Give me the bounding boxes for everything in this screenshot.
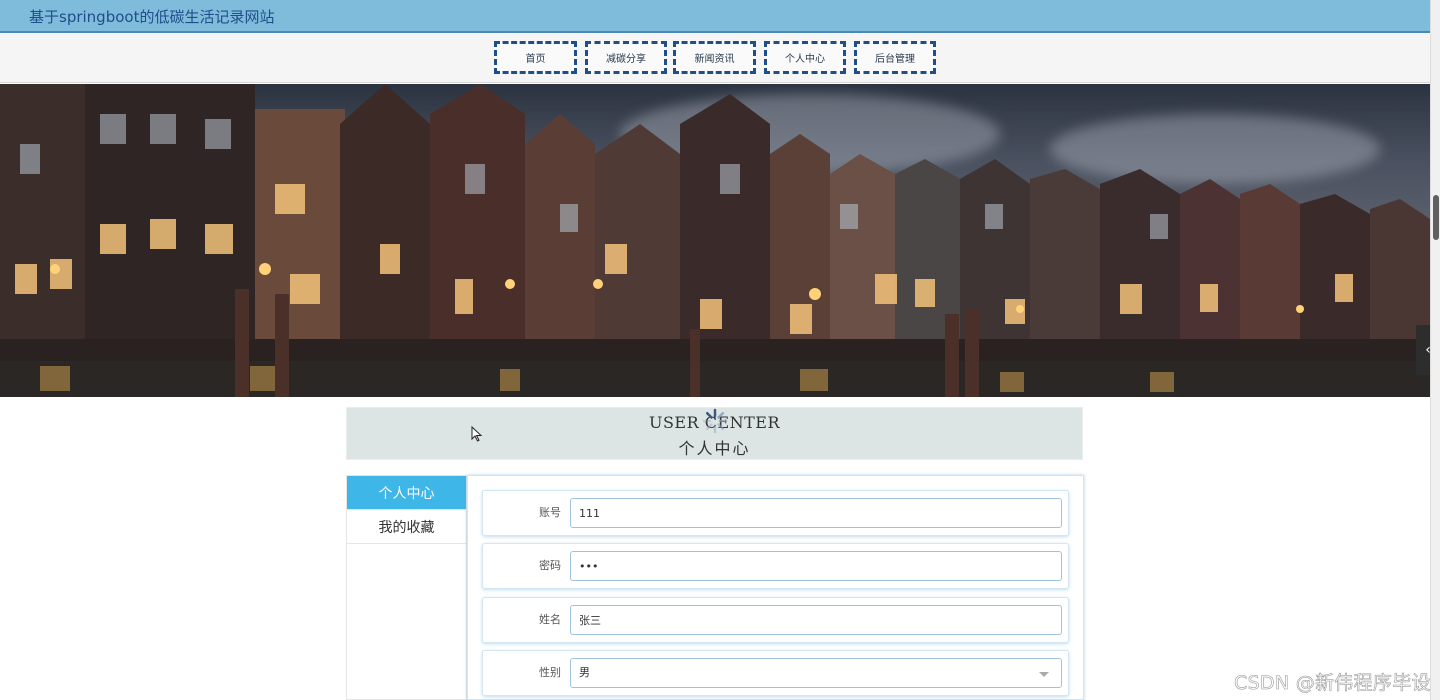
user-center-title-cn: 个人中心	[678, 439, 751, 458]
profile-form: 账号 密码 姓名 性别 男	[467, 475, 1084, 700]
nav-item-news[interactable]: 新闻资讯	[673, 41, 756, 74]
site-title: 基于springboot的低碳生活记录网站	[29, 8, 275, 26]
form-row-name: 姓名	[482, 597, 1069, 643]
menu-item-my-favorites[interactable]: 我的收藏	[347, 510, 466, 544]
gender-select[interactable]: 男	[570, 658, 1062, 688]
account-label: 账号	[539, 506, 561, 519]
gender-select-value: 男	[579, 666, 590, 679]
account-input[interactable]	[570, 498, 1062, 528]
loading-spinner-icon	[702, 408, 728, 434]
password-input[interactable]	[570, 551, 1062, 581]
user-center-header: USER CENTER 个人中心	[346, 407, 1083, 460]
form-row-gender: 性别 男	[482, 650, 1069, 696]
nav-item-personal-center[interactable]: 个人中心	[764, 41, 846, 74]
name-input[interactable]	[570, 605, 1062, 635]
csdn-watermark: CSDN @新伟程序毕设	[1234, 672, 1431, 695]
password-label: 密码	[539, 559, 561, 572]
page-scrollbar[interactable]	[1430, 0, 1440, 700]
nav-item-admin[interactable]: 后台管理	[854, 41, 936, 74]
menu-item-personal-center[interactable]: 个人中心	[347, 476, 466, 510]
form-row-account: 账号	[482, 490, 1069, 536]
banner-carousel[interactable]	[0, 84, 1430, 397]
main-nav: 首页 减碳分享 新闻资讯 个人中心 后台管理	[0, 33, 1430, 83]
nav-item-carbon-share[interactable]: 减碳分享	[585, 41, 667, 74]
scrollbar-thumb[interactable]	[1433, 195, 1439, 240]
form-row-password: 密码	[482, 543, 1069, 589]
page: 基于springboot的低碳生活记录网站 首页 减碳分享 新闻资讯 个人中心 …	[0, 0, 1440, 700]
gender-label: 性别	[539, 666, 561, 679]
chevron-down-icon	[1039, 672, 1049, 677]
name-label: 姓名	[539, 613, 561, 626]
user-side-menu: 个人中心 我的收藏	[346, 475, 467, 700]
banner-townhouses-illustration	[0, 84, 1430, 397]
top-bar: 基于springboot的低碳生活记录网站	[0, 0, 1430, 33]
mouse-cursor-icon	[471, 426, 483, 442]
nav-item-home[interactable]: 首页	[494, 41, 577, 74]
